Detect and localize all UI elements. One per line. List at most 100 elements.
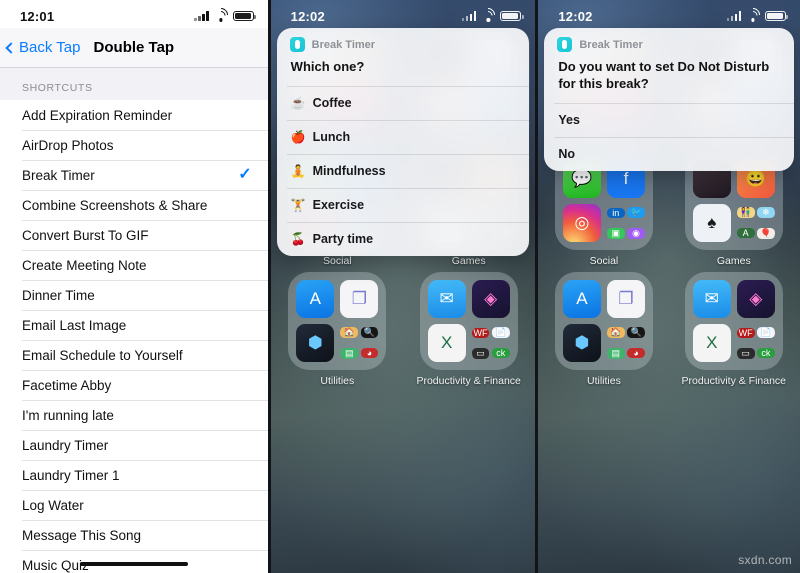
app-icon: 🐦 (627, 207, 645, 219)
app-icon: ♠ (692, 204, 731, 242)
option-emoji-icon: 🏋️ (290, 198, 306, 213)
right-phone-panel: Na♪SuggestionsARecently Added💬f◎in🐦▣◉Soc… (538, 0, 800, 573)
dialog-prompt: Which one? (290, 59, 365, 74)
app-icon: ◕ (360, 348, 379, 359)
home-screen-folder[interactable]: ✉ ◈ X WF 📄 ▭ ck Productivity & Finance (682, 272, 786, 392)
shortcut-dialog-mid: Break Timer Which one? ☕ Coffee 🍎 Lunch 🧘 Min… (276, 28, 530, 257)
checkmark-icon: ✓ (238, 166, 252, 183)
status-time: 12:02 (290, 8, 325, 24)
folder-label: Games (716, 255, 751, 267)
list-item[interactable]: Message This Song (0, 520, 268, 550)
screenshot-stage: 12:01 Back Tap Double Tap SHORTCUTS Add … (0, 0, 800, 573)
list-item[interactable]: Add Expiration Reminder (0, 100, 268, 130)
navigation-bar: Back Tap Double Tap (0, 28, 268, 68)
dialog-header: Break Timer (277, 28, 530, 57)
status-bar-left: 12:01 (0, 0, 268, 28)
app-icon-group: 🏠 🔍 ▤ ◕ (606, 324, 645, 362)
section-header-shortcuts: SHORTCUTS (22, 82, 93, 94)
app-icon-group: 👫❄A🎈 (736, 204, 775, 242)
list-item-label: Laundry Timer 1 (22, 467, 120, 483)
folder-preview[interactable]: A ❐ ⬢ 🏠 🔍 ▤ ◕ (288, 272, 387, 370)
status-time: 12:01 (20, 8, 55, 24)
app-icon: X (427, 324, 466, 362)
dialog-option[interactable]: 🍎 Lunch (277, 120, 530, 154)
back-button-label: Back Tap (19, 39, 81, 56)
folder-label: Social (589, 255, 619, 267)
dialog-option[interactable]: 🏋️ Exercise (277, 188, 530, 222)
list-item[interactable]: Email Last Image (0, 310, 268, 340)
list-item[interactable]: I'm running late (0, 400, 268, 430)
status-indicators (726, 4, 789, 25)
list-item[interactable]: Email Schedule to Yourself (0, 340, 268, 370)
status-indicators (461, 4, 524, 25)
app-icon: 🔍 (627, 327, 645, 339)
option-emoji-icon: 🍎 (290, 130, 306, 145)
app-icon: 👫 (736, 207, 755, 219)
list-item[interactable]: AirDrop Photos (0, 130, 268, 160)
list-item-label: Laundry Timer (22, 437, 109, 453)
list-item-label: I'm running late (22, 407, 114, 423)
break-timer-app-icon (289, 37, 305, 52)
option-emoji-icon: 🍒 (290, 232, 306, 247)
status-bar-right: 12:02 (538, 0, 800, 28)
dialog-option[interactable]: 🍒 Party time (277, 222, 530, 256)
dialog-prompt: Do you want to set Do Not Disturb for th… (558, 59, 770, 92)
app-icon: WF (736, 327, 755, 338)
shortcuts-list: Add Expiration Reminder AirDrop Photos Bre… (0, 100, 268, 573)
list-item-label: Break Timer (22, 167, 95, 183)
dialog-header: Break Timer (544, 28, 794, 57)
home-screen-folder[interactable]: A ❐ ⬢ 🏠 🔍 ▤ ◕ Utilities (552, 272, 655, 392)
battery-icon (765, 10, 789, 22)
app-icon: ▭ (471, 347, 490, 359)
app-icon: ▤ (606, 347, 625, 359)
wifi-icon (210, 4, 231, 25)
app-icon: ▤ (340, 347, 359, 359)
dialog-option-label: Exercise (312, 198, 365, 213)
cellular-signal-icon (726, 11, 742, 21)
dialog-option[interactable]: ☕ Coffee (277, 86, 530, 120)
home-indicator (79, 562, 188, 566)
list-item-label: Convert Burst To GIF (22, 227, 149, 243)
app-icon: ◈ (736, 280, 775, 318)
list-item[interactable]: Dinner Time (0, 280, 268, 310)
list-item-label: Log Water (22, 497, 84, 513)
folder-label: Social (323, 255, 352, 267)
list-item[interactable]: Convert Burst To GIF (0, 220, 268, 250)
list-item[interactable]: Laundry Timer 1 (0, 460, 268, 490)
back-button[interactable]: Back Tap (0, 39, 80, 56)
app-icon: 🏠 (606, 327, 625, 339)
dialog-option[interactable]: 🧘 Mindfulness (277, 154, 530, 188)
folder-preview[interactable]: ✉ ◈ X WF 📄 ▭ ck (419, 272, 518, 370)
dialog-option-label: Mindfulness (312, 164, 386, 179)
list-item[interactable]: Combine Screenshots & Share (0, 190, 268, 220)
home-screen-folder[interactable]: ✉ ◈ X WF 📄 ▭ ck Productivity & Finance (416, 272, 521, 392)
list-item[interactable]: Laundry Timer (0, 430, 268, 460)
folder-preview[interactable]: ✉ ◈ X WF 📄 ▭ ck (684, 272, 783, 370)
list-item[interactable]: Create Meeting Note (0, 250, 268, 280)
app-icon: ⬢ (562, 324, 601, 362)
shortcut-dialog-right: Break Timer Do you want to set Do Not Di… (544, 28, 795, 172)
status-bar-mid: 12:02 (271, 0, 536, 28)
list-item[interactable]: Facetime Abby (0, 370, 268, 400)
app-icon: 🎈 (757, 227, 775, 239)
app-icon: 🔍 (360, 327, 379, 339)
app-icon: A (296, 280, 335, 318)
folder-preview[interactable]: A ❐ ⬢ 🏠 🔍 ▤ ◕ (554, 272, 653, 370)
app-icon: A (736, 228, 755, 239)
wifi-icon (478, 4, 499, 25)
app-icon: ▣ (606, 227, 625, 239)
app-icon: ▭ (736, 347, 755, 359)
list-item-label: Add Expiration Reminder (22, 107, 173, 123)
list-item-label: Message This Song (22, 527, 142, 543)
list-item-label: Facetime Abby (22, 377, 112, 393)
list-item[interactable]: Log Water (0, 490, 268, 520)
app-icon: ⬢ (296, 324, 335, 362)
app-icon-group: WF 📄 ▭ ck (471, 324, 510, 362)
home-screen-folder[interactable]: A ❐ ⬢ 🏠 🔍 ▤ ◕ Utilities (285, 272, 390, 392)
dialog-option[interactable]: Yes (544, 103, 794, 137)
app-icon: A (562, 280, 601, 318)
folder-label: Utilities (320, 375, 355, 387)
list-item[interactable]: Break Timer ✓ (0, 160, 268, 190)
dialog-option[interactable]: No (544, 137, 794, 171)
app-icon: ❐ (340, 280, 379, 318)
